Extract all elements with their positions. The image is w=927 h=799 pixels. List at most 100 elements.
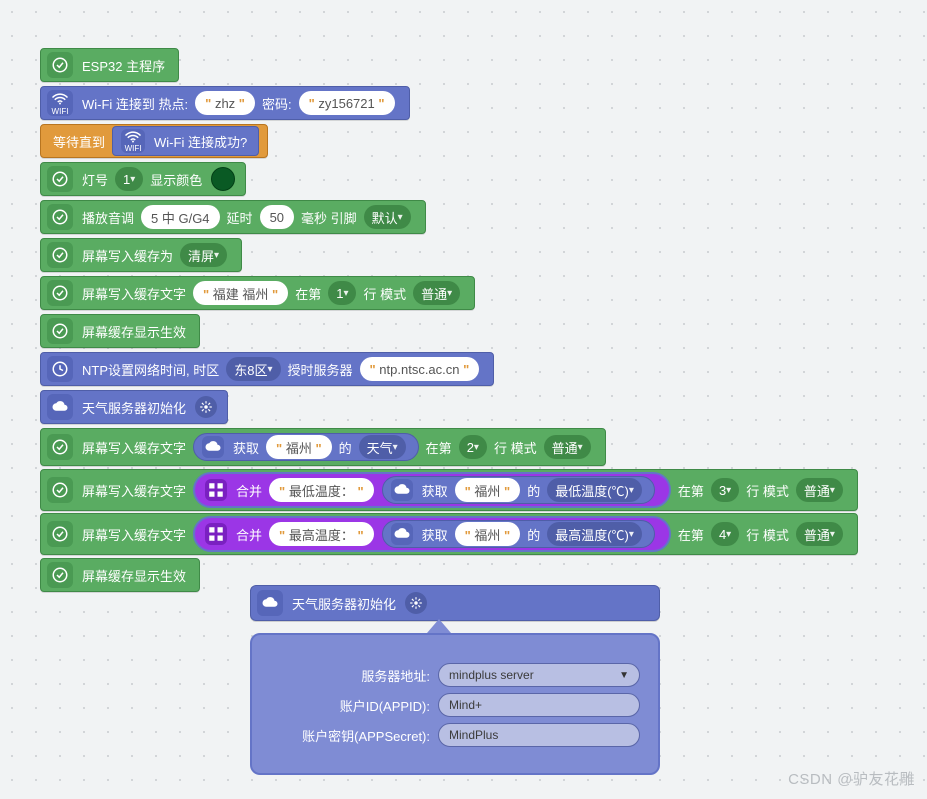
- wifi-icon: WIFI: [47, 90, 73, 116]
- led-index[interactable]: 1: [115, 167, 143, 191]
- color-picker[interactable]: [211, 167, 235, 191]
- ssid-input[interactable]: zhz: [195, 91, 255, 115]
- block-screen-flush[interactable]: 屏幕缓存显示生效: [40, 314, 200, 348]
- wifi-mid: 密码:: [262, 94, 292, 113]
- ntp-l2: 授时服务器: [288, 360, 353, 379]
- block-get-weather[interactable]: 获取 福州 的 最高温度(℃): [382, 520, 655, 548]
- city-input[interactable]: 福州: [455, 522, 521, 546]
- secret-input[interactable]: MindPlus: [438, 723, 640, 747]
- watermark: CSDN @驴友花雕: [788, 768, 915, 789]
- jn2: 合并: [236, 525, 262, 544]
- block-screen-buffer[interactable]: 屏幕写入缓存为 清屏: [40, 238, 242, 272]
- wifi-icon: WIFI: [121, 129, 145, 153]
- esp-icon: [47, 434, 73, 460]
- block-get-weather[interactable]: 获取 福州 的 天气: [193, 433, 419, 461]
- block-weather-init[interactable]: 天气服务器初始化: [40, 390, 228, 424]
- block-join[interactable]: 合并 最高温度： 获取 福州 的 最高温度(℃): [193, 516, 671, 552]
- esp-icon: [47, 477, 73, 503]
- st41: 屏幕写入缓存文字: [82, 525, 186, 544]
- wifi-ok-label: Wi-Fi 连接成功?: [154, 132, 247, 151]
- cloud-icon: [202, 436, 224, 458]
- join-left-input[interactable]: 最高温度：: [269, 522, 374, 546]
- block-screen-flush[interactable]: 屏幕缓存显示生效: [40, 558, 200, 592]
- esp-icon: [47, 52, 73, 78]
- appid-value: Mind+: [449, 698, 482, 712]
- line-select[interactable]: 3: [711, 478, 739, 502]
- block-led-color[interactable]: 灯号 1 显示颜色: [40, 162, 246, 196]
- block-wifi-connect[interactable]: WIFI Wi-Fi 连接到 热点: zhz 密码: zy156721: [40, 86, 410, 120]
- cloud-icon: [47, 394, 73, 420]
- scr-opt[interactable]: 清屏: [180, 243, 227, 267]
- esp-icon: [47, 166, 73, 192]
- block-screen-text-1[interactable]: 屏幕写入缓存文字 福建 福州 在第 1 行 模式 普通: [40, 276, 475, 310]
- wait-label: 等待直到: [53, 132, 105, 151]
- city-input[interactable]: 福州: [266, 435, 332, 459]
- text-input[interactable]: 福建 福州: [193, 281, 288, 305]
- block-esp32-main[interactable]: ESP32 主程序: [40, 48, 179, 82]
- ms-input[interactable]: 50: [260, 205, 294, 229]
- st23: 行 模式: [494, 438, 537, 457]
- block-weather-init-detached[interactable]: 天气服务器初始化: [250, 585, 660, 621]
- block-label: ESP32 主程序: [82, 56, 165, 75]
- block-ntp[interactable]: NTP设置网络时间, 时区 东8区 授时服务器 ntp.ntsc.ac.cn: [40, 352, 494, 386]
- line-select[interactable]: 2: [459, 435, 487, 459]
- field-select[interactable]: 最高温度(℃): [547, 522, 642, 546]
- mode-select[interactable]: 普通: [796, 522, 843, 546]
- esp-icon: [47, 521, 73, 547]
- block-get-weather[interactable]: 获取 福州 的 最低温度(℃): [382, 476, 655, 504]
- winit-l: 天气服务器初始化: [82, 398, 186, 417]
- cloud-icon: [391, 479, 413, 501]
- st32: 在第: [678, 481, 704, 500]
- block-stack: ESP32 主程序 WIFI Wi-Fi 连接到 热点: zhz 密码: zy1…: [40, 46, 858, 594]
- gw-of: 的: [527, 525, 540, 544]
- server-select[interactable]: mindplus server ▼: [438, 663, 640, 687]
- line-select[interactable]: 1: [328, 281, 356, 305]
- city-input[interactable]: 福州: [455, 478, 521, 502]
- clock-icon: [47, 356, 73, 382]
- app-icon: [205, 479, 227, 501]
- join-left-input[interactable]: 最低温度：: [269, 478, 374, 502]
- block-screen-text-4[interactable]: 屏幕写入缓存文字 合并 最高温度： 获取 福州 的 最高温度(℃) 在第 4 行…: [40, 513, 858, 555]
- mode-select[interactable]: 普通: [544, 435, 591, 459]
- st21: 屏幕写入缓存文字: [82, 438, 186, 457]
- line-select[interactable]: 4: [711, 522, 739, 546]
- tone-l2: 延时: [227, 208, 253, 227]
- field-select[interactable]: 最低温度(℃): [547, 478, 642, 502]
- tz-select[interactable]: 东8区: [226, 357, 280, 381]
- esp-icon: [47, 280, 73, 306]
- wifi-prefix: Wi-Fi 连接到 热点:: [82, 94, 188, 113]
- pwd-input[interactable]: zy156721: [299, 91, 395, 115]
- config-panel: 服务器地址: mindplus server ▼ 账户ID(APPID): Mi…: [250, 633, 660, 775]
- esp-icon: [47, 204, 73, 230]
- popover-arrow-icon: [427, 619, 451, 633]
- ntp-server-input[interactable]: ntp.ntsc.ac.cn: [360, 357, 480, 381]
- mode-select[interactable]: 普通: [413, 281, 460, 305]
- flush-l: 屏幕缓存显示生效: [82, 322, 186, 341]
- block-screen-text-3[interactable]: 屏幕写入缓存文字 合并 最低温度： 获取 福州 的 最低温度(℃) 在第 3 行…: [40, 469, 858, 511]
- st33: 行 模式: [746, 481, 789, 500]
- st31: 屏幕写入缓存文字: [82, 481, 186, 500]
- mode-select[interactable]: 普通: [796, 478, 843, 502]
- block-screen-text-2[interactable]: 屏幕写入缓存文字 获取 福州 的 天气 在第 2 行 模式 普通: [40, 428, 606, 466]
- block-play-tone[interactable]: 播放音调 5 中 G/G4 延时 50 毫秒 引脚 默认: [40, 200, 426, 234]
- weather-init-popover: 天气服务器初始化 服务器地址: mindplus server ▼ 账户ID(A…: [250, 585, 660, 775]
- pin-select[interactable]: 默认: [364, 205, 411, 229]
- st43: 行 模式: [746, 525, 789, 544]
- st42: 在第: [678, 525, 704, 544]
- secret-label: 账户密钥(APPSecret):: [270, 726, 430, 745]
- gw-get: 获取: [422, 481, 448, 500]
- field-select[interactable]: 天气: [359, 435, 406, 459]
- flush-l2: 屏幕缓存显示生效: [82, 566, 186, 585]
- tone-l3: 毫秒 引脚: [301, 208, 357, 227]
- block-wait-until[interactable]: 等待直到 WIFI Wi-Fi 连接成功?: [40, 124, 268, 158]
- appid-input[interactable]: Mind+: [438, 693, 640, 717]
- note-input[interactable]: 5 中 G/G4: [141, 205, 220, 229]
- chevron-down-icon: ▼: [619, 670, 629, 681]
- gear-icon[interactable]: [195, 396, 217, 418]
- led-suffix: 显示颜色: [150, 170, 202, 189]
- gear-icon[interactable]: [405, 592, 427, 614]
- secret-value: MindPlus: [449, 728, 498, 742]
- cloud-icon: [257, 590, 283, 616]
- block-join[interactable]: 合并 最低温度： 获取 福州 的 最低温度(℃): [193, 472, 671, 508]
- cloud-icon: [391, 523, 413, 545]
